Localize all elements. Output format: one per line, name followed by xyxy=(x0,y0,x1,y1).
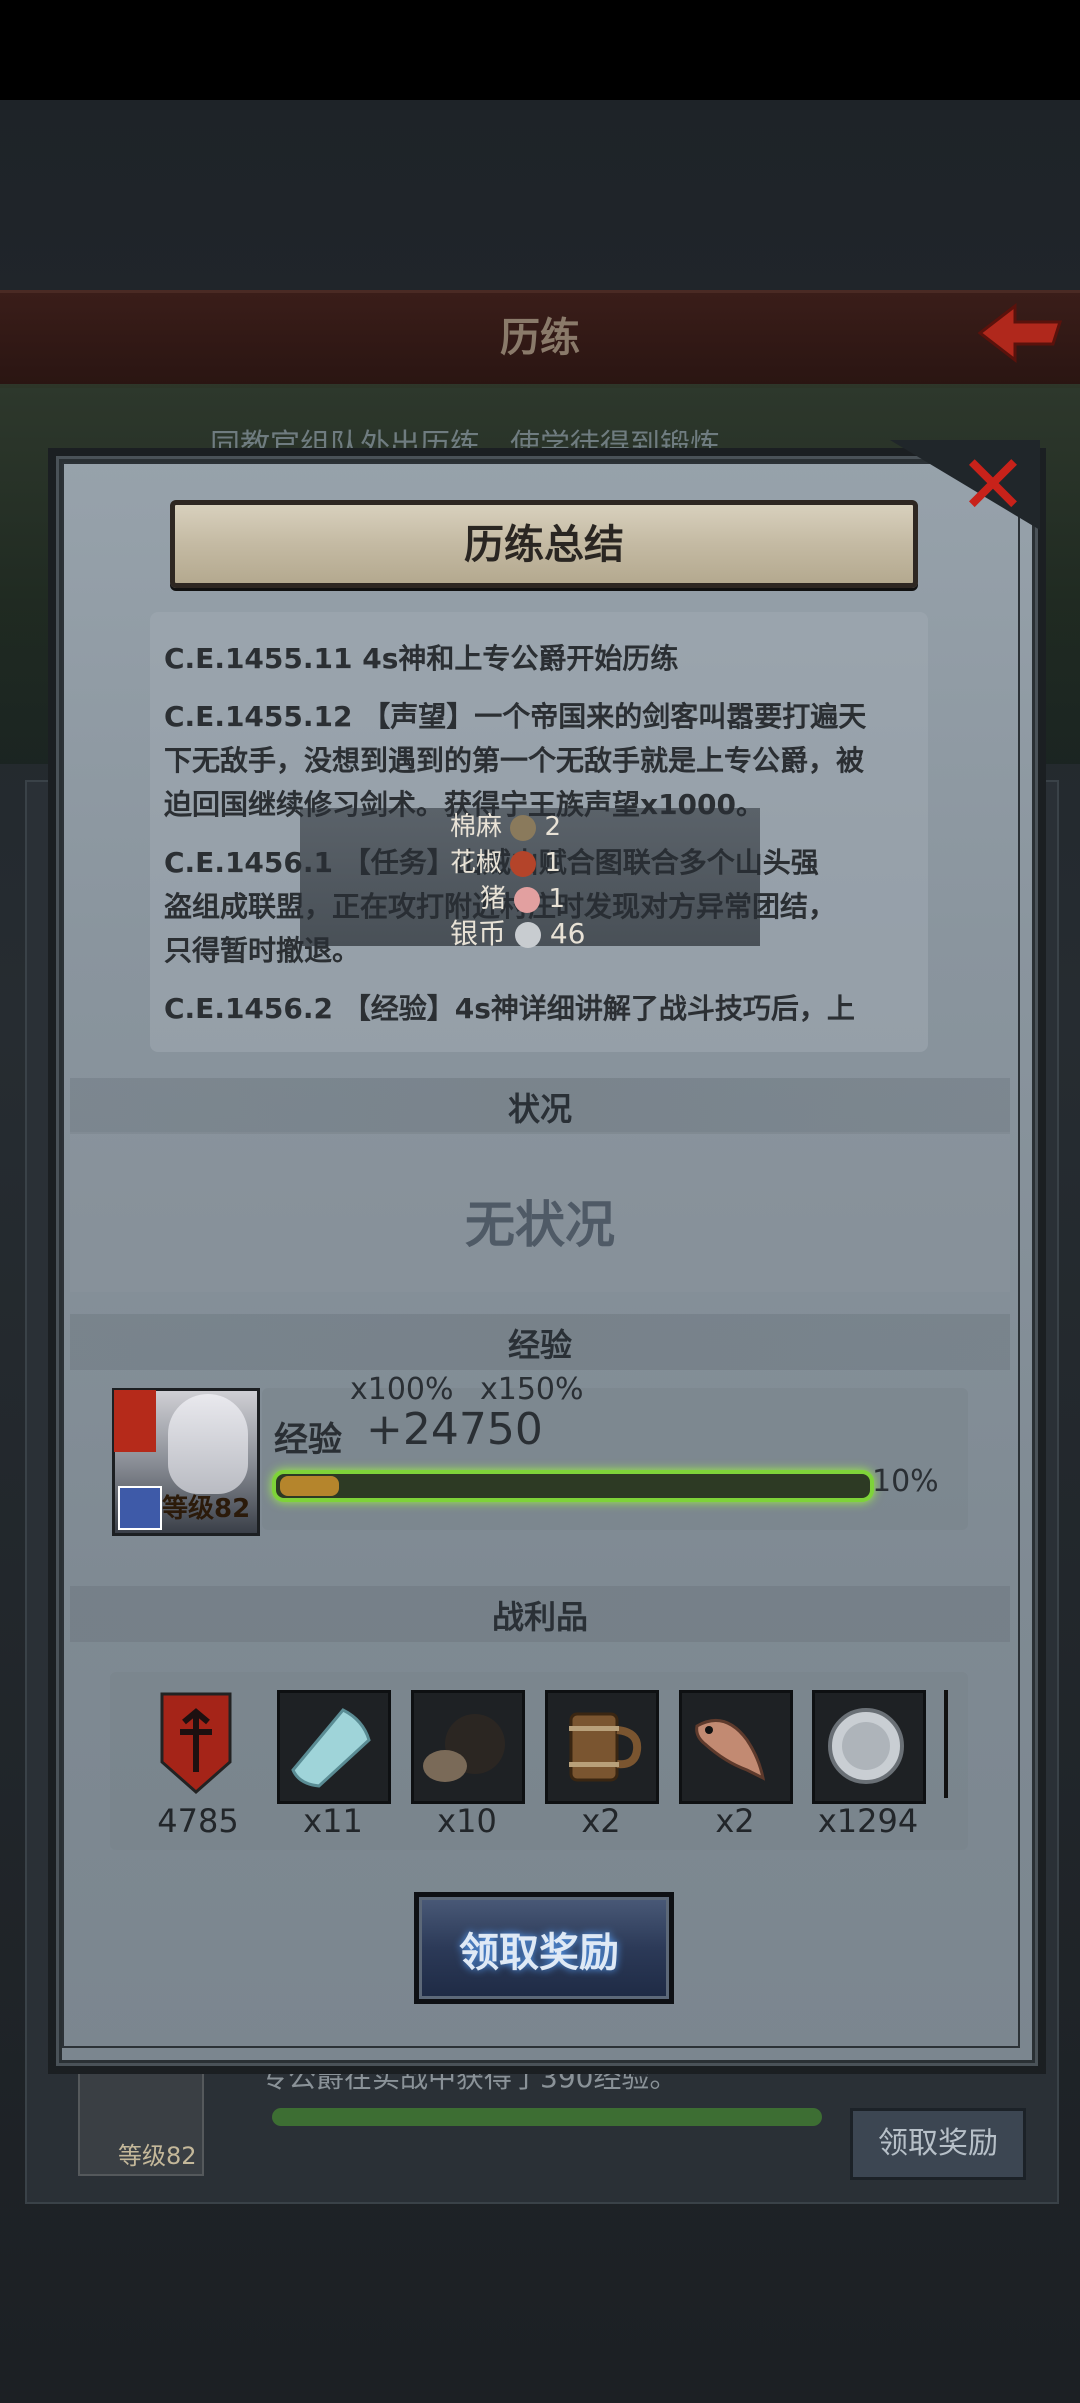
silver-coin-icon xyxy=(514,922,541,948)
background-claim-button[interactable]: 领取奖励 xyxy=(850,2108,1026,2180)
hero-face xyxy=(168,1394,248,1494)
hero-level: 等级82 xyxy=(162,1494,251,1524)
tooltip-item-name: 银币 xyxy=(450,917,507,950)
exp-multiplier-bonus: x150% xyxy=(480,1372,584,1407)
loot-quantity: x10 xyxy=(437,1802,497,1840)
tooltip-item-count: 46 xyxy=(549,917,586,950)
wooden-mug-icon xyxy=(569,1712,642,1782)
tooltip-row: 花椒 1 xyxy=(450,842,561,879)
tooltip-row: 棉麻 2 xyxy=(450,806,561,843)
screen-title: 历练 xyxy=(500,315,580,361)
sun-banner-icon xyxy=(114,1390,156,1452)
loot-quantity: x1294 xyxy=(817,1802,919,1840)
status-section-label: 状况 xyxy=(507,1090,572,1128)
tooltip-row: 猪 1 xyxy=(480,878,565,915)
loot-quantity: x11 xyxy=(303,1802,363,1840)
pig-icon xyxy=(514,886,541,913)
tooltip-item-name: 棉麻 xyxy=(450,812,503,842)
sword-skill-icon xyxy=(118,1486,162,1530)
loot-quantity: x2 xyxy=(581,1802,621,1840)
loot-scroll-edge xyxy=(944,1690,948,1798)
exp-multiplier-base: x100% xyxy=(350,1372,454,1407)
exp-section-label: 经验 xyxy=(507,1326,572,1364)
loot-quantity: x2 xyxy=(715,1802,755,1840)
dialog-title: 历练总结 xyxy=(464,522,624,568)
exp-progress-bar xyxy=(272,1470,874,1502)
tooltip-row: 银币 46 xyxy=(450,912,585,952)
cloth-bolt-icon xyxy=(291,1708,371,1788)
exp-label: 经验 xyxy=(274,1420,342,1460)
back-arrow-icon[interactable] xyxy=(975,298,1065,368)
tooltip-item-name: 花椒 xyxy=(450,848,503,878)
tooltip-item-count: 1 xyxy=(544,848,562,878)
hemp-icon xyxy=(510,814,537,841)
exp-progress-percent: 10% xyxy=(872,1464,939,1499)
reward-tooltip: 棉麻 2 花椒 1 猪 1 银币 46 xyxy=(300,806,760,950)
status-bar xyxy=(0,0,1080,100)
tooltip-item-name: 猪 xyxy=(480,884,507,914)
truffle-icon xyxy=(423,1714,505,1782)
close-icon[interactable]: ✕ xyxy=(958,445,1028,527)
status-value: 无状况 xyxy=(465,1196,615,1254)
pepper-icon xyxy=(510,850,537,877)
exp-progress-fill xyxy=(280,1476,339,1496)
red-banner-icon[interactable] xyxy=(160,1692,232,1794)
tooltip-item-count: 1 xyxy=(548,884,566,914)
background-avatar-level: 等级82 xyxy=(118,2142,197,2170)
log-line: C.E.1455.11 4s神和上专公爵开始历练 xyxy=(164,642,679,675)
loot-quantity: 4785 xyxy=(157,1802,239,1840)
log-line: C.E.1456.2 【经验】4s神详细讲解了战斗技巧后，上 xyxy=(164,992,855,1025)
silver-coin-icon xyxy=(828,1708,904,1784)
fish-icon xyxy=(695,1718,766,1781)
loot-section-label: 战利品 xyxy=(491,1598,588,1636)
log-line: 下无敌手，没想到遇到的第一个无敌手就是上专公爵，被 xyxy=(164,744,865,777)
exp-gain-value: +24750 xyxy=(366,1404,543,1455)
log-line: C.E.1455.12 【声望】一个帝国来的剑客叫嚣要打遍天 xyxy=(164,700,867,733)
claim-reward-label: 领取奖励 xyxy=(459,1930,619,1976)
background-exp-bar xyxy=(272,2108,822,2126)
tooltip-item-count: 2 xyxy=(544,812,562,842)
